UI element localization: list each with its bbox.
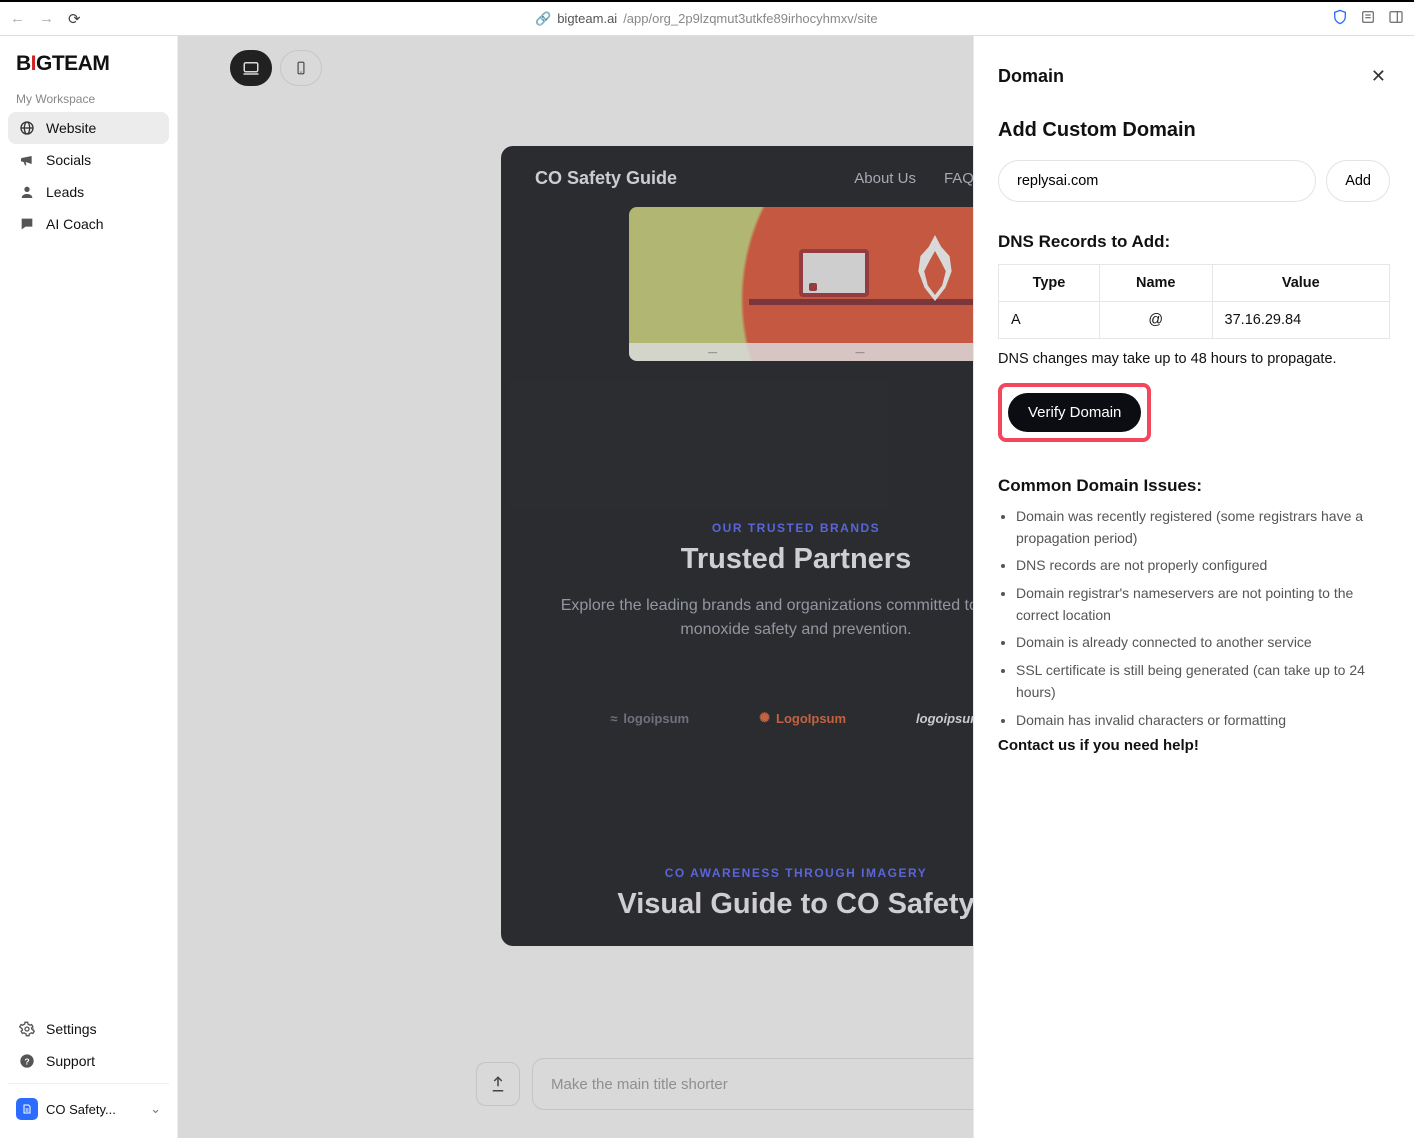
panel-icon[interactable] <box>1388 9 1404 29</box>
sidebar-item-label: Support <box>46 1053 95 1069</box>
sidebar-item-ai-coach[interactable]: AI Coach <box>8 208 169 240</box>
browser-chrome: ← → ⟳ 🔗 bigteam.ai/app/org_2p9lzqmut3utk… <box>0 0 1414 36</box>
svg-text:?: ? <box>24 1056 29 1066</box>
close-icon[interactable]: ✕ <box>1367 62 1390 91</box>
domain-input[interactable] <box>998 160 1316 202</box>
reader-icon[interactable] <box>1360 9 1376 29</box>
dns-cell-value: 37.16.29.84 <box>1212 302 1389 339</box>
partner-logo: ✺ LogoIpsum <box>759 710 846 726</box>
workspace-label: My Workspace <box>8 90 169 112</box>
address-bar[interactable]: 🔗 bigteam.ai/app/org_2p9lzqmut3utkfe89ir… <box>93 11 1320 27</box>
contact-note: Contact us if you need help! <box>998 737 1390 754</box>
project-switcher[interactable]: CO Safety... ⌄ <box>8 1090 169 1128</box>
sidebar: BIGTEAM My Workspace Website Socials Lea… <box>0 36 178 1138</box>
sidebar-item-website[interactable]: Website <box>8 112 169 144</box>
partner-logo: ≈ logoipsum <box>610 711 689 726</box>
issues-list: Domain was recently registered (some reg… <box>998 506 1390 731</box>
panel-title: Domain <box>998 66 1064 87</box>
forward-icon: → <box>39 10 54 28</box>
url-path: /app/org_2p9lzqmut3utkfe89irhocyhmxv/sit… <box>623 11 877 26</box>
propagation-note: DNS changes may take up to 48 hours to p… <box>998 351 1390 367</box>
chat-icon <box>18 216 36 232</box>
dns-cell-type: A <box>999 302 1100 339</box>
sidebar-item-label: Settings <box>46 1021 97 1037</box>
dns-col-name: Name <box>1099 265 1212 302</box>
reload-icon[interactable]: ⟳ <box>68 10 81 28</box>
sidebar-item-label: Socials <box>46 152 91 168</box>
issue-item: SSL certificate is still being generated… <box>1016 660 1390 703</box>
add-domain-heading: Add Custom Domain <box>998 119 1390 142</box>
brand-logo: BIGTEAM <box>8 46 169 90</box>
issue-item: Domain registrar's nameservers are not p… <box>1016 583 1390 626</box>
globe-icon <box>18 120 36 136</box>
sidebar-item-label: AI Coach <box>46 216 104 232</box>
sidebar-item-settings[interactable]: Settings <box>8 1013 169 1045</box>
help-icon: ? <box>18 1053 36 1069</box>
shield-icon[interactable] <box>1332 9 1348 29</box>
person-icon <box>18 184 36 200</box>
add-domain-button[interactable]: Add <box>1326 160 1390 202</box>
verify-domain-button[interactable]: Verify Domain <box>1008 393 1141 432</box>
dns-col-value: Value <box>1212 265 1389 302</box>
preview-nav-link: About Us <box>854 170 916 187</box>
link-icon: 🔗 <box>535 11 551 27</box>
issue-item: Domain was recently registered (some reg… <box>1016 506 1390 549</box>
dns-cell-name: @ <box>1099 302 1212 339</box>
gear-icon <box>18 1021 36 1037</box>
issue-item: DNS records are not properly configured <box>1016 555 1390 577</box>
url-host: bigteam.ai <box>557 11 617 26</box>
preview-site-title: CO Safety Guide <box>535 168 677 189</box>
domain-panel: Domain ✕ Add Custom Domain Add DNS Recor… <box>974 36 1414 1138</box>
issue-item: Domain has invalid characters or formatt… <box>1016 710 1390 732</box>
sidebar-item-label: Website <box>46 120 96 136</box>
chevron-down-icon: ⌄ <box>150 1101 161 1117</box>
project-name: CO Safety... <box>46 1102 142 1117</box>
upload-button[interactable] <box>476 1062 520 1106</box>
device-mobile-button[interactable] <box>280 50 322 86</box>
dns-heading: DNS Records to Add: <box>998 232 1390 252</box>
back-icon[interactable]: ← <box>10 10 25 28</box>
project-badge-icon <box>16 1098 38 1120</box>
megaphone-icon <box>18 152 36 168</box>
sidebar-item-support[interactable]: ? Support <box>8 1045 169 1077</box>
sidebar-item-socials[interactable]: Socials <box>8 144 169 176</box>
sidebar-item-leads[interactable]: Leads <box>8 176 169 208</box>
dns-table: Type Name Value A @ 37.16.29.84 <box>998 264 1390 339</box>
partner-logo: logoipsum <box>916 711 982 726</box>
issues-heading: Common Domain Issues: <box>998 476 1390 496</box>
dns-row: A @ 37.16.29.84 <box>999 302 1390 339</box>
issue-item: Domain is already connected to another s… <box>1016 632 1390 654</box>
device-desktop-button[interactable] <box>230 50 272 86</box>
verify-highlight: Verify Domain <box>998 383 1151 442</box>
sidebar-item-label: Leads <box>46 184 84 200</box>
dns-col-type: Type <box>999 265 1100 302</box>
